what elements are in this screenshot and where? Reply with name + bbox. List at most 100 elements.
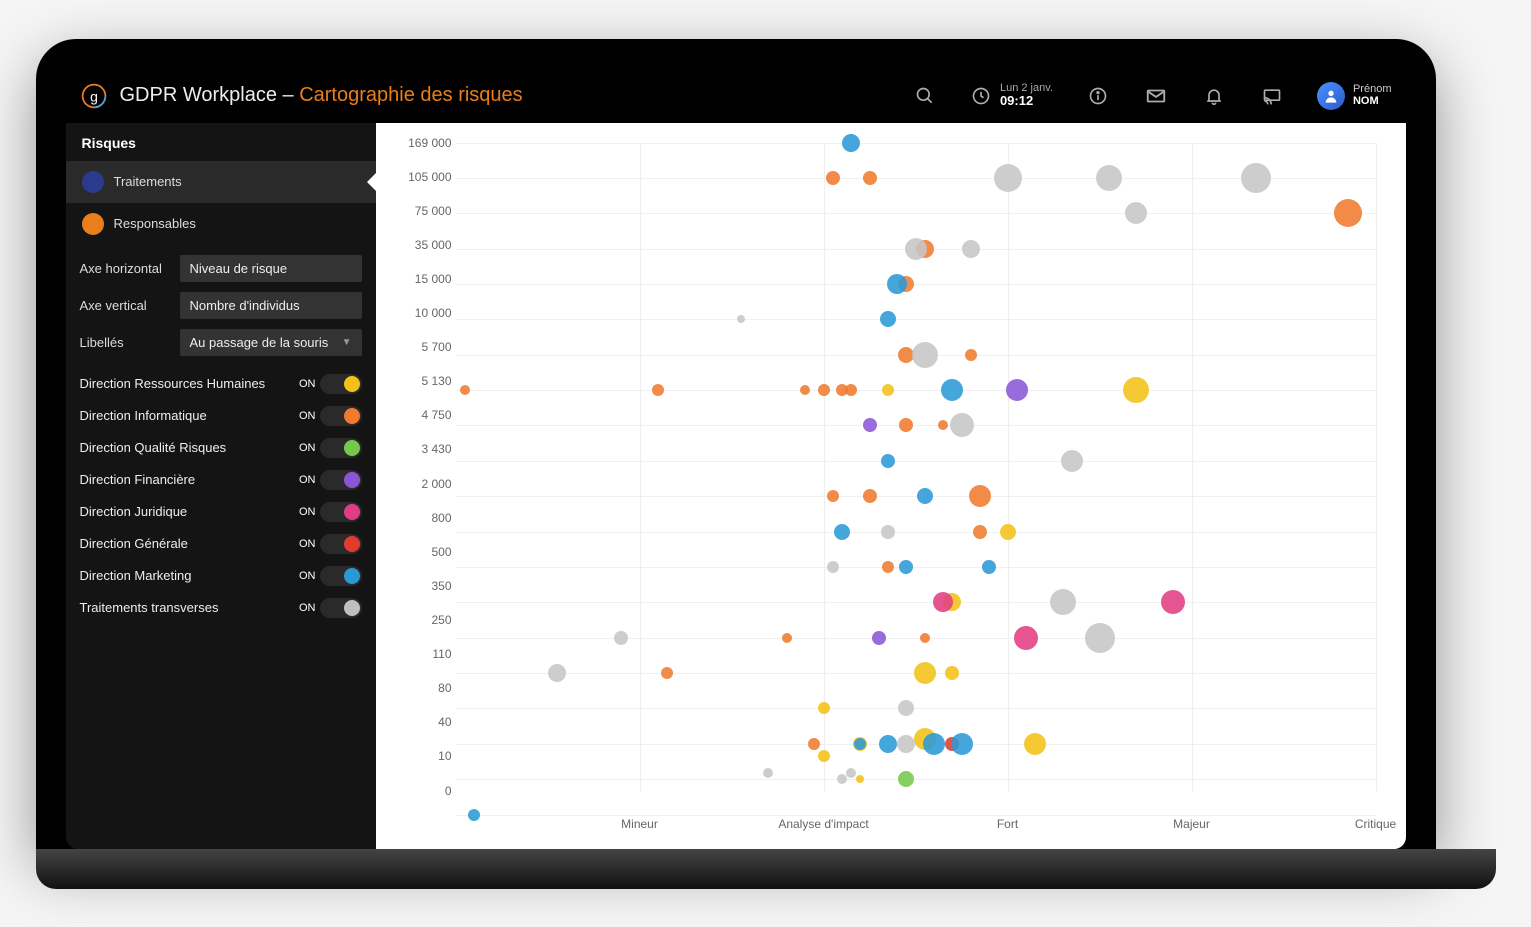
- data-point[interactable]: [1123, 377, 1149, 403]
- data-point[interactable]: [652, 384, 664, 396]
- data-point[interactable]: [914, 662, 936, 684]
- data-point[interactable]: [897, 735, 915, 753]
- data-point[interactable]: [950, 413, 974, 437]
- data-point[interactable]: [842, 134, 860, 152]
- data-point[interactable]: [969, 485, 991, 507]
- toggle-switch[interactable]: ON: [299, 534, 362, 554]
- data-point[interactable]: [887, 274, 907, 294]
- data-point[interactable]: [863, 489, 877, 503]
- data-point[interactable]: [1014, 626, 1038, 650]
- data-point[interactable]: [880, 311, 896, 327]
- data-point[interactable]: [827, 561, 839, 573]
- data-point[interactable]: [845, 384, 857, 396]
- data-point[interactable]: [1061, 450, 1083, 472]
- data-point[interactable]: [923, 733, 945, 755]
- data-point[interactable]: [837, 774, 847, 784]
- data-point[interactable]: [827, 490, 839, 502]
- control-label: Axe horizontal: [80, 261, 172, 276]
- data-point[interactable]: [1085, 623, 1115, 653]
- control-select[interactable]: Niveau de risque: [180, 255, 362, 282]
- data-point[interactable]: [994, 164, 1022, 192]
- x-tick-label: Mineur: [621, 817, 658, 831]
- data-point[interactable]: [1241, 163, 1271, 193]
- data-point[interactable]: [661, 667, 673, 679]
- data-point[interactable]: [818, 702, 830, 714]
- data-point[interactable]: [1125, 202, 1147, 224]
- data-point[interactable]: [933, 592, 953, 612]
- data-point[interactable]: [834, 524, 850, 540]
- data-point[interactable]: [460, 385, 470, 395]
- data-point[interactable]: [763, 768, 773, 778]
- data-point[interactable]: [737, 315, 745, 323]
- page-title: Cartographie des risques: [299, 84, 522, 106]
- data-point[interactable]: [882, 561, 894, 573]
- data-point[interactable]: [614, 631, 628, 645]
- toggle-switch[interactable]: ON: [299, 470, 362, 490]
- data-point[interactable]: [898, 771, 914, 787]
- data-point[interactable]: [938, 420, 948, 430]
- sidebar-item-traitements[interactable]: Traitements: [66, 161, 376, 203]
- data-point[interactable]: [882, 384, 894, 396]
- scatter-plot[interactable]: 01040801102503505008002 0003 4304 7505 1…: [456, 143, 1376, 815]
- control-select[interactable]: Au passage de la souris▼: [180, 329, 362, 356]
- mail-icon[interactable]: [1145, 85, 1167, 107]
- data-point[interactable]: [881, 525, 895, 539]
- data-point[interactable]: [920, 633, 930, 643]
- data-point[interactable]: [872, 631, 886, 645]
- user-menu[interactable]: PrénomNOM: [1317, 82, 1392, 110]
- data-point[interactable]: [879, 735, 897, 753]
- data-point[interactable]: [899, 560, 913, 574]
- data-point[interactable]: [912, 342, 938, 368]
- toggle-switch[interactable]: ON: [299, 406, 362, 426]
- search-icon[interactable]: [914, 85, 936, 107]
- toggle-switch[interactable]: ON: [299, 438, 362, 458]
- data-point[interactable]: [856, 775, 864, 783]
- data-point[interactable]: [818, 384, 830, 396]
- data-point[interactable]: [917, 488, 933, 504]
- data-point[interactable]: [965, 349, 977, 361]
- toggle-switch[interactable]: ON: [299, 566, 362, 586]
- data-point[interactable]: [962, 240, 980, 258]
- data-point[interactable]: [548, 664, 566, 682]
- legend-label: Direction Qualité Risques: [80, 440, 227, 455]
- data-point[interactable]: [951, 733, 973, 755]
- legend-label: Direction Juridique: [80, 504, 188, 519]
- data-point[interactable]: [818, 750, 830, 762]
- data-point[interactable]: [468, 809, 480, 821]
- bell-icon[interactable]: [1203, 85, 1225, 107]
- cast-icon[interactable]: [1261, 85, 1283, 107]
- toggle-switch[interactable]: ON: [299, 502, 362, 522]
- x-tick-label: Analyse d'impact: [778, 817, 868, 831]
- data-point[interactable]: [1096, 165, 1122, 191]
- data-point[interactable]: [800, 385, 810, 395]
- data-point[interactable]: [899, 418, 913, 432]
- data-point[interactable]: [808, 738, 820, 750]
- data-point[interactable]: [905, 238, 927, 260]
- data-point[interactable]: [846, 768, 856, 778]
- data-point[interactable]: [973, 525, 987, 539]
- data-point[interactable]: [1000, 524, 1016, 540]
- data-point[interactable]: [941, 379, 963, 401]
- data-point[interactable]: [898, 700, 914, 716]
- data-point[interactable]: [782, 633, 792, 643]
- toggle-switch[interactable]: ON: [299, 374, 362, 394]
- data-point[interactable]: [1006, 379, 1028, 401]
- sidebar-item-responsables[interactable]: Responsables: [66, 203, 376, 245]
- data-point[interactable]: [982, 560, 996, 574]
- legend-label: Direction Ressources Humaines: [80, 376, 266, 391]
- toggle-switch[interactable]: ON: [299, 598, 362, 618]
- data-point[interactable]: [1050, 589, 1076, 615]
- y-tick-label: 169 000: [408, 136, 451, 150]
- legend-toggle: Direction GénéraleON: [80, 534, 362, 554]
- data-point[interactable]: [945, 666, 959, 680]
- data-point[interactable]: [826, 171, 840, 185]
- info-icon[interactable]: [1087, 85, 1109, 107]
- data-point[interactable]: [1024, 733, 1046, 755]
- data-point[interactable]: [881, 454, 895, 468]
- data-point[interactable]: [1334, 199, 1362, 227]
- control-select[interactable]: Nombre d'individus: [180, 292, 362, 319]
- data-point[interactable]: [854, 738, 866, 750]
- data-point[interactable]: [1161, 590, 1185, 614]
- data-point[interactable]: [863, 418, 877, 432]
- data-point[interactable]: [863, 171, 877, 185]
